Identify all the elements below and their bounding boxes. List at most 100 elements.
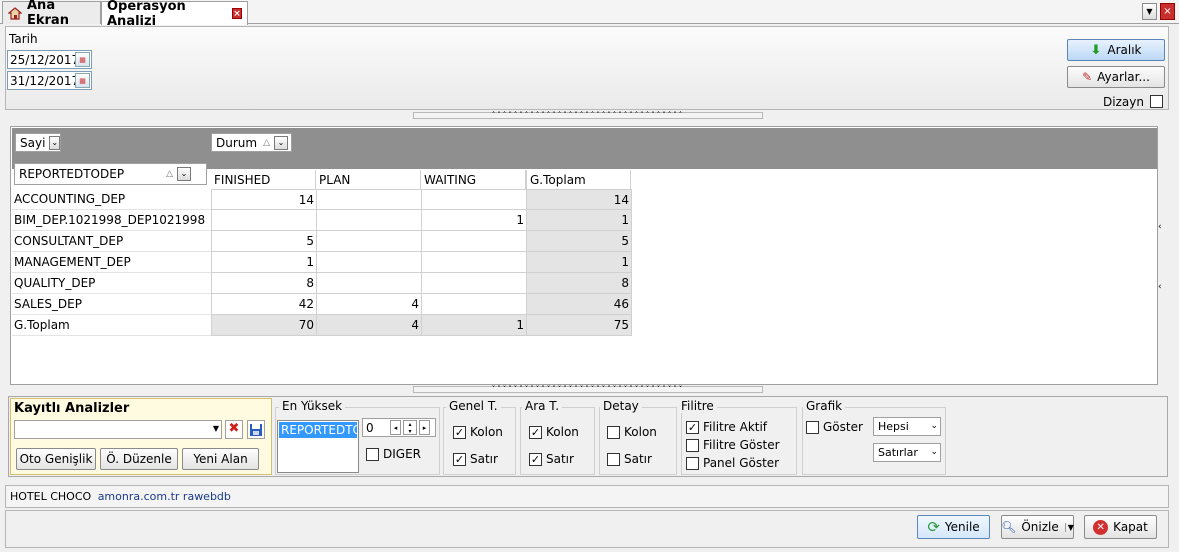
pivot-cell[interactable] [316, 210, 422, 231]
pivot-cell[interactable]: 14 [211, 189, 317, 210]
splitter-top[interactable]: ˄˄˄˄˄˄˄˄˄˄˄˄˄˄˄˄˄˄˄˄˄˄˄˄˄˄˄˄˄˄˄˄˄˄˄ [413, 112, 763, 119]
row-field-reportedtodep[interactable]: REPORTEDTODEP △ ⌄ [14, 163, 207, 185]
pivot-cell[interactable]: 5 [211, 231, 317, 252]
start-date-field[interactable]: 25/12/2017 ▦ [7, 50, 92, 69]
pivot-cell[interactable] [211, 210, 317, 231]
yeni-alan-button[interactable]: Yeni Alan [182, 448, 259, 470]
pivot-cell[interactable]: 42 [211, 294, 317, 315]
chevron-down-icon[interactable]: ▼ [1142, 3, 1157, 20]
chevron-down-icon[interactable]: ⌄ [930, 447, 938, 457]
kapat-button[interactable]: ✕ Kapat [1084, 515, 1157, 539]
row-label[interactable]: QUALITY_DEP [12, 273, 211, 294]
pivot-cell[interactable]: 8 [211, 273, 317, 294]
filitre-goster-option[interactable]: Filitre Göster [686, 438, 780, 452]
field-list[interactable]: REPORTEDTO [277, 420, 359, 473]
pivot-cell[interactable] [316, 273, 422, 294]
row-label[interactable]: ACCOUNTING_DEP [12, 189, 211, 210]
chevron-down-icon[interactable]: ⌄ [274, 135, 288, 150]
grafik-goster-checkbox[interactable] [806, 420, 819, 434]
pivot-cell[interactable]: 1 [526, 210, 632, 231]
pivot-cell[interactable]: 8 [526, 273, 632, 294]
chevron-down-icon[interactable]: ▼ [1064, 522, 1074, 532]
chevron-left-icon[interactable]: ‹ [1158, 282, 1164, 296]
oto-genislik-button[interactable]: Oto Genişlik [16, 448, 96, 470]
ara-satir-option[interactable]: ✓ Satır [529, 452, 574, 466]
grafik-source-select[interactable]: Satırlar ⌄ [873, 443, 941, 462]
pivot-cell[interactable]: 14 [526, 189, 632, 210]
pivot-cell[interactable] [421, 273, 527, 294]
detay-satir-option[interactable]: Satır [607, 452, 652, 466]
filitre-aktif-option[interactable]: ✓ Filitre Aktif [686, 420, 767, 434]
close-window-icon[interactable]: × [1160, 3, 1175, 20]
tab-ana-ekran[interactable]: Ana Ekran [2, 0, 101, 28]
genel-satir-option[interactable]: ✓ Satır [453, 452, 498, 466]
pivot-cell[interactable]: 70 [211, 315, 317, 336]
close-icon[interactable]: × [232, 8, 242, 19]
pivot-cell[interactable]: 1 [421, 315, 527, 336]
diger-option[interactable]: DIGER [366, 447, 421, 461]
chevron-left-icon[interactable]: ◂ [390, 420, 401, 435]
pivot-cell[interactable]: 1 [526, 252, 632, 273]
pivot-cell[interactable] [316, 252, 422, 273]
saved-analyses-select[interactable]: ▼ [14, 420, 222, 439]
genel-kolon-checkbox[interactable]: ✓ [453, 425, 466, 439]
panel-goster-checkbox[interactable] [686, 456, 699, 470]
onizle-button[interactable]: 🔍︎ Önizle ▼ [1001, 515, 1074, 539]
genel-kolon-option[interactable]: ✓ Kolon [453, 425, 503, 439]
pivot-cell[interactable]: 4 [316, 294, 422, 315]
chevron-down-icon[interactable]: ⌄ [930, 421, 938, 431]
tab-operasyon-analizi[interactable]: Operasyon Analizi × [101, 0, 248, 29]
chevron-right-icon[interactable]: ▸ [419, 420, 430, 435]
row-label[interactable]: MANAGEMENT_DEP [12, 252, 211, 273]
grafik-goster-option[interactable]: Göster [806, 420, 863, 434]
panel-goster-option[interactable]: Panel Göster [686, 456, 779, 470]
detay-satir-checkbox[interactable] [607, 452, 620, 466]
col-header-gtoplam[interactable]: G.Toplam [526, 170, 631, 189]
col-header-waiting[interactable]: WAITING [421, 170, 526, 189]
column-field-durum[interactable]: Durum △ ⌄ [211, 133, 292, 152]
filitre-goster-checkbox[interactable] [686, 438, 699, 452]
col-header-finished[interactable]: FINISHED [211, 170, 316, 189]
pivot-cell[interactable] [316, 231, 422, 252]
row-label[interactable]: BIM_DEP.1021998_DEP1021998 [12, 210, 211, 231]
calendar-icon[interactable]: ▦ [75, 73, 90, 88]
field-list-item[interactable]: REPORTEDTO [279, 422, 357, 438]
detay-kolon-option[interactable]: Kolon [607, 425, 657, 439]
yenile-button[interactable]: ⟳ Yenile [917, 515, 990, 539]
delete-icon[interactable]: ✖ [225, 420, 243, 439]
save-icon[interactable] [247, 420, 265, 439]
ara-kolon-checkbox[interactable]: ✓ [529, 425, 542, 439]
diger-checkbox[interactable] [366, 447, 379, 461]
col-header-plan[interactable]: PLAN [316, 170, 421, 189]
pivot-cell[interactable]: 5 [526, 231, 632, 252]
chevron-down-icon[interactable]: ▼ [213, 424, 219, 433]
grafik-type-select[interactable]: Hepsi ⌄ [873, 417, 941, 436]
pivot-cell[interactable] [421, 252, 527, 273]
genel-satir-checkbox[interactable]: ✓ [453, 452, 466, 466]
splitter-bottom[interactable]: ˅˅˅˅˅˅˅˅˅˅˅˅˅˅˅˅˅˅˅˅˅˅˅˅˅˅˅˅˅˅˅˅˅˅˅ [413, 386, 763, 393]
pivot-cell[interactable]: 46 [526, 294, 632, 315]
duzenle-button[interactable]: Ö. Düzenle [100, 448, 178, 470]
calendar-icon[interactable]: ▦ [75, 52, 90, 67]
ara-kolon-option[interactable]: ✓ Kolon [529, 425, 579, 439]
spin-updown-icon[interactable]: ▴ ▾ [403, 420, 417, 435]
ara-satir-checkbox[interactable]: ✓ [529, 452, 542, 466]
pivot-cell[interactable] [421, 231, 527, 252]
pivot-cell[interactable] [421, 189, 527, 210]
filitre-aktif-checkbox[interactable]: ✓ [686, 420, 699, 434]
chevron-down-icon[interactable]: ⌄ [49, 135, 60, 150]
row-label[interactable]: CONSULTANT_DEP [12, 231, 211, 252]
pivot-cell[interactable] [421, 294, 527, 315]
pivot-cell[interactable]: 1 [421, 210, 527, 231]
row-label[interactable]: SALES_DEP [12, 294, 211, 315]
aralik-button[interactable]: ⬇ Aralık [1067, 39, 1165, 61]
chevron-left-icon[interactable]: ‹ [1158, 222, 1164, 236]
pivot-cell[interactable]: 75 [526, 315, 632, 336]
top-n-spinner[interactable]: 0 ◂ ▴ ▾ ▸ [362, 418, 436, 437]
pivot-cell[interactable]: 1 [211, 252, 317, 273]
detay-kolon-checkbox[interactable] [607, 425, 620, 439]
ayarlar-button[interactable]: ✎ Ayarlar... [1067, 66, 1165, 88]
dizayn-checkbox[interactable] [1150, 95, 1163, 108]
pivot-cell[interactable]: 4 [316, 315, 422, 336]
chevron-down-icon[interactable]: ⌄ [176, 167, 191, 181]
